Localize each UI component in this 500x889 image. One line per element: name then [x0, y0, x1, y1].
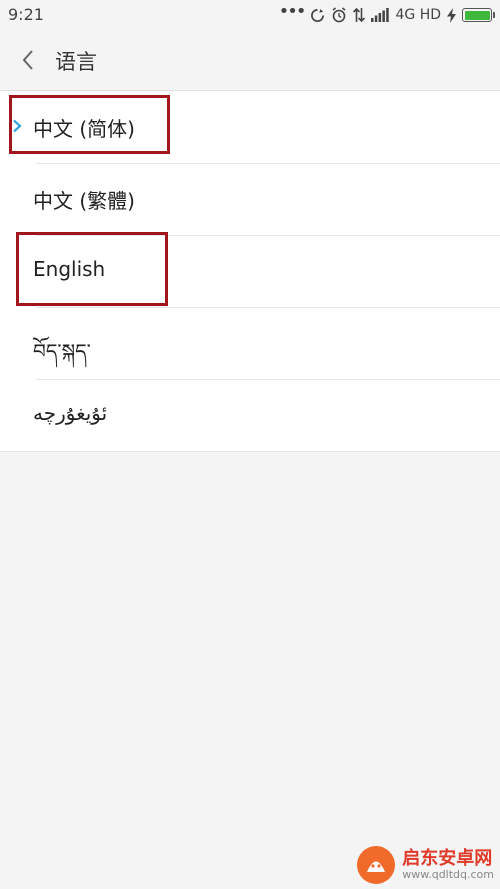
charging-icon: [447, 7, 456, 23]
alarm-icon: [332, 7, 346, 23]
watermark-logo-icon: [357, 846, 396, 884]
selected-chevron-icon: [13, 119, 22, 133]
language-label: བོད་སྐད་: [33, 339, 91, 363]
status-time: 9:21: [8, 5, 44, 24]
language-label: 中文 (繁體): [33, 189, 135, 213]
language-label: ئۇيغۇرچە: [33, 401, 108, 425]
watermark: 启东安卓网 www.qdltdq.com: [356, 845, 494, 885]
language-item-tibetan[interactable]: བོད་སྐད་: [0, 307, 500, 379]
battery-level: [464, 10, 490, 20]
chevron-left-icon: [22, 50, 33, 70]
battery-icon: [462, 8, 495, 22]
language-item-zh-hans[interactable]: 中文 (简体): [0, 91, 500, 163]
sync-icon: [311, 8, 325, 22]
status-icons: ••• 4G HD: [278, 1, 495, 26]
data-transfer-icon: [353, 7, 366, 23]
language-item-zh-hant[interactable]: 中文 (繁體): [0, 163, 500, 235]
language-label: English: [33, 257, 106, 281]
watermark-title: 启东安卓网: [402, 848, 493, 870]
status-bar: 9:21 ••• 4G HD: [0, 0, 500, 30]
more-dots-icon: •••: [278, 1, 307, 22]
language-list: 中文 (简体) 中文 (繁體) English བོད་སྐད་ ئۇيغۇرچ…: [0, 91, 500, 452]
page-title: 语言: [55, 50, 97, 74]
language-item-uyghur[interactable]: ئۇيغۇرچە: [0, 379, 500, 451]
network-type: 4G HD: [395, 7, 441, 23]
title-bar: 语言: [0, 30, 500, 91]
watermark-url: www.qdltdq.com: [402, 867, 494, 881]
language-item-english[interactable]: English: [0, 235, 500, 307]
back-button[interactable]: [12, 44, 44, 76]
signal-icon: [371, 8, 390, 22]
language-label: 中文 (简体): [33, 117, 135, 141]
